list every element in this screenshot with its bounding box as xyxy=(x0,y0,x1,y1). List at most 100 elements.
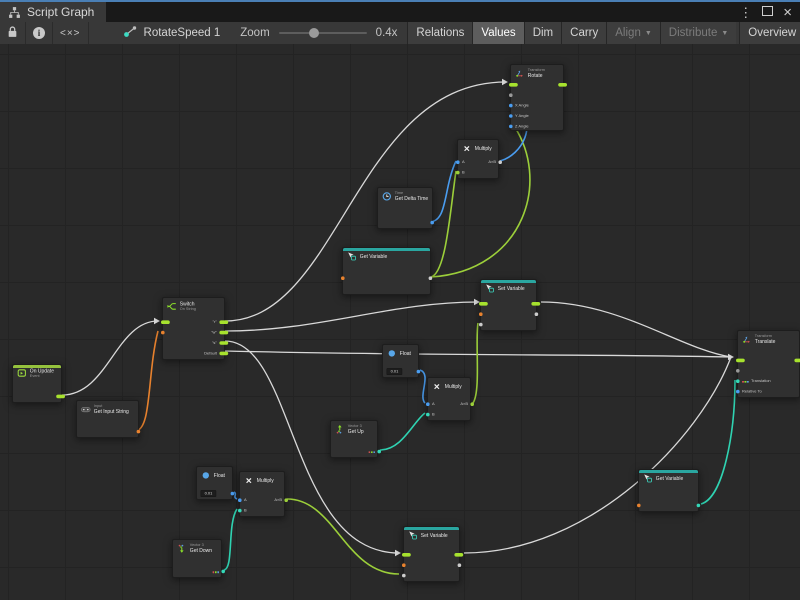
input-data-port[interactable] xyxy=(426,413,430,417)
output-flow-port[interactable] xyxy=(219,352,228,356)
info-button[interactable]: i xyxy=(26,22,53,44)
lock-button[interactable] xyxy=(0,22,26,44)
node-header: ×Multiply xyxy=(458,140,500,154)
output-data-port[interactable] xyxy=(377,450,381,454)
value-input[interactable]: 0.01 xyxy=(387,368,403,375)
input-data-port[interactable] xyxy=(637,504,641,508)
input-data-port[interactable] xyxy=(736,379,740,383)
tab-script-graph[interactable]: Script Graph xyxy=(0,2,106,22)
node-translate[interactable]: TransformTranslateTranslationRelative To xyxy=(737,330,800,398)
toolbar-button-relations[interactable]: Relations xyxy=(407,22,472,44)
node-get-variable-top[interactable]: Get Variable xyxy=(342,247,431,295)
output-flow-port[interactable] xyxy=(531,302,540,306)
zoom-slider-thumb[interactable] xyxy=(309,28,319,38)
zoom-slider[interactable] xyxy=(279,32,367,34)
input-flow-port[interactable] xyxy=(509,83,518,87)
toolbar-button-label: Overview xyxy=(748,27,796,39)
node-set-variable-mid[interactable]: Set Variable xyxy=(480,279,537,331)
connection-wire xyxy=(287,499,399,574)
node-get-delta-time[interactable]: TimeGet Delta Time xyxy=(377,187,433,229)
node-multiply-mid[interactable]: ×MultiplyAA×BB xyxy=(427,377,471,421)
node-vector3-get-up[interactable]: Vector 3Get Up xyxy=(330,420,378,458)
output-flow-port[interactable] xyxy=(56,395,65,399)
output-data-port[interactable] xyxy=(696,504,700,508)
input-data-port[interactable] xyxy=(456,171,460,175)
input-data-port[interactable] xyxy=(426,402,430,406)
node-switch-on-string[interactable]: SwitchOn String"r""w""s"Default xyxy=(162,297,225,360)
node-set-variable-bottom[interactable]: Set Variable xyxy=(403,526,460,582)
node-rotate[interactable]: TransformRotateX AngleY AngleZ Angle xyxy=(510,64,564,131)
port-label: X Angle xyxy=(515,103,529,107)
input-data-port[interactable] xyxy=(509,114,513,118)
graph-breadcrumb[interactable]: RotateSpeed 1 xyxy=(113,22,231,44)
input-data-port[interactable] xyxy=(456,160,460,164)
port-row: "r" xyxy=(163,317,226,327)
input-data-port[interactable] xyxy=(736,390,740,394)
output-flow-port[interactable] xyxy=(219,341,228,345)
node-get-variable-bottom-right[interactable]: Get Variable xyxy=(638,469,699,512)
output-data-port[interactable] xyxy=(457,563,461,567)
toolbar-button-dim[interactable]: Dim xyxy=(524,22,561,44)
value-input[interactable]: 0.01 xyxy=(201,490,217,497)
output-flow-port[interactable] xyxy=(219,320,228,324)
input-data-port[interactable] xyxy=(736,369,740,373)
output-data-port[interactable] xyxy=(284,498,288,502)
output-data-port[interactable] xyxy=(230,492,234,496)
node-float-mid[interactable]: Float0.01 xyxy=(382,344,419,378)
code-view-button[interactable]: <×> xyxy=(53,22,89,44)
kebab-menu-icon[interactable]: ⋮ xyxy=(739,6,752,19)
input-data-port[interactable] xyxy=(402,574,406,578)
output-flow-port[interactable] xyxy=(219,331,228,335)
toolbar-button-carry[interactable]: Carry xyxy=(561,22,606,44)
output-flow-port[interactable] xyxy=(558,83,567,87)
port-row: Y Angle xyxy=(511,111,565,121)
input-data-port[interactable] xyxy=(479,312,483,316)
input-data-port[interactable] xyxy=(479,323,483,327)
output-data-port[interactable] xyxy=(221,570,225,574)
node-header: SwitchOn String xyxy=(163,298,226,312)
output-data-port[interactable] xyxy=(428,276,432,280)
input-data-port[interactable] xyxy=(238,498,242,502)
input-data-port[interactable] xyxy=(509,93,513,97)
node-on-update[interactable]: On UpdateEvent xyxy=(12,364,62,403)
input-data-port[interactable] xyxy=(161,331,165,335)
output-data-port[interactable] xyxy=(470,402,474,406)
node-header: Set Variable xyxy=(481,280,538,294)
node-title: Get Delta Time xyxy=(395,196,428,202)
output-data-port[interactable] xyxy=(416,370,420,374)
node-vector3-get-down[interactable]: Vector 3Get Down xyxy=(172,539,222,578)
input-data-port[interactable] xyxy=(402,563,406,567)
input-data-port[interactable] xyxy=(238,509,242,513)
input-data-port[interactable] xyxy=(509,104,513,108)
input-flow-port[interactable] xyxy=(402,553,411,557)
input-flow-port[interactable] xyxy=(479,302,488,306)
output-data-port[interactable] xyxy=(136,430,140,434)
node-multiply-bottom[interactable]: ×MultiplyAA×BB xyxy=(239,471,285,517)
node-get-input-string[interactable]: InputGet Input String xyxy=(76,400,139,438)
multiply-icon: × xyxy=(432,381,442,391)
output-data-port[interactable] xyxy=(498,160,502,164)
toolbar-button-values[interactable]: Values xyxy=(472,22,523,44)
output-data-port[interactable] xyxy=(430,221,434,225)
toolbar-button-distribute[interactable]: Distribute▼ xyxy=(660,22,737,44)
title-bar: Script Graph ⋮ × xyxy=(0,0,800,22)
node-float-bottom[interactable]: Float0.01 xyxy=(196,466,233,500)
input-flow-port[interactable] xyxy=(736,358,745,362)
input-data-port[interactable] xyxy=(509,124,513,128)
node-multiply-top[interactable]: ×MultiplyAA×BB xyxy=(457,139,499,179)
input-flow-port[interactable] xyxy=(161,320,170,324)
port-label: "w" xyxy=(211,330,217,334)
graph-toolbar: i <×> RotateSpeed 1 Zoom 0.4x RelationsV… xyxy=(0,22,800,44)
output-data-port[interactable] xyxy=(534,312,538,316)
input-data-port[interactable] xyxy=(341,276,345,280)
connection-wire xyxy=(464,357,731,553)
close-icon[interactable]: × xyxy=(783,5,792,20)
port-row: Translation xyxy=(738,376,800,386)
output-flow-port[interactable] xyxy=(454,553,463,557)
toolbar-button-align[interactable]: Align▼ xyxy=(606,22,660,44)
output-flow-port[interactable] xyxy=(794,358,800,362)
graph-canvas[interactable]: On UpdateEvent InputGet Input String Switc… xyxy=(0,44,800,600)
toolbar-button-overview[interactable]: Overview xyxy=(739,22,800,44)
connection-wire xyxy=(380,413,425,450)
maximize-icon[interactable] xyxy=(762,4,773,20)
